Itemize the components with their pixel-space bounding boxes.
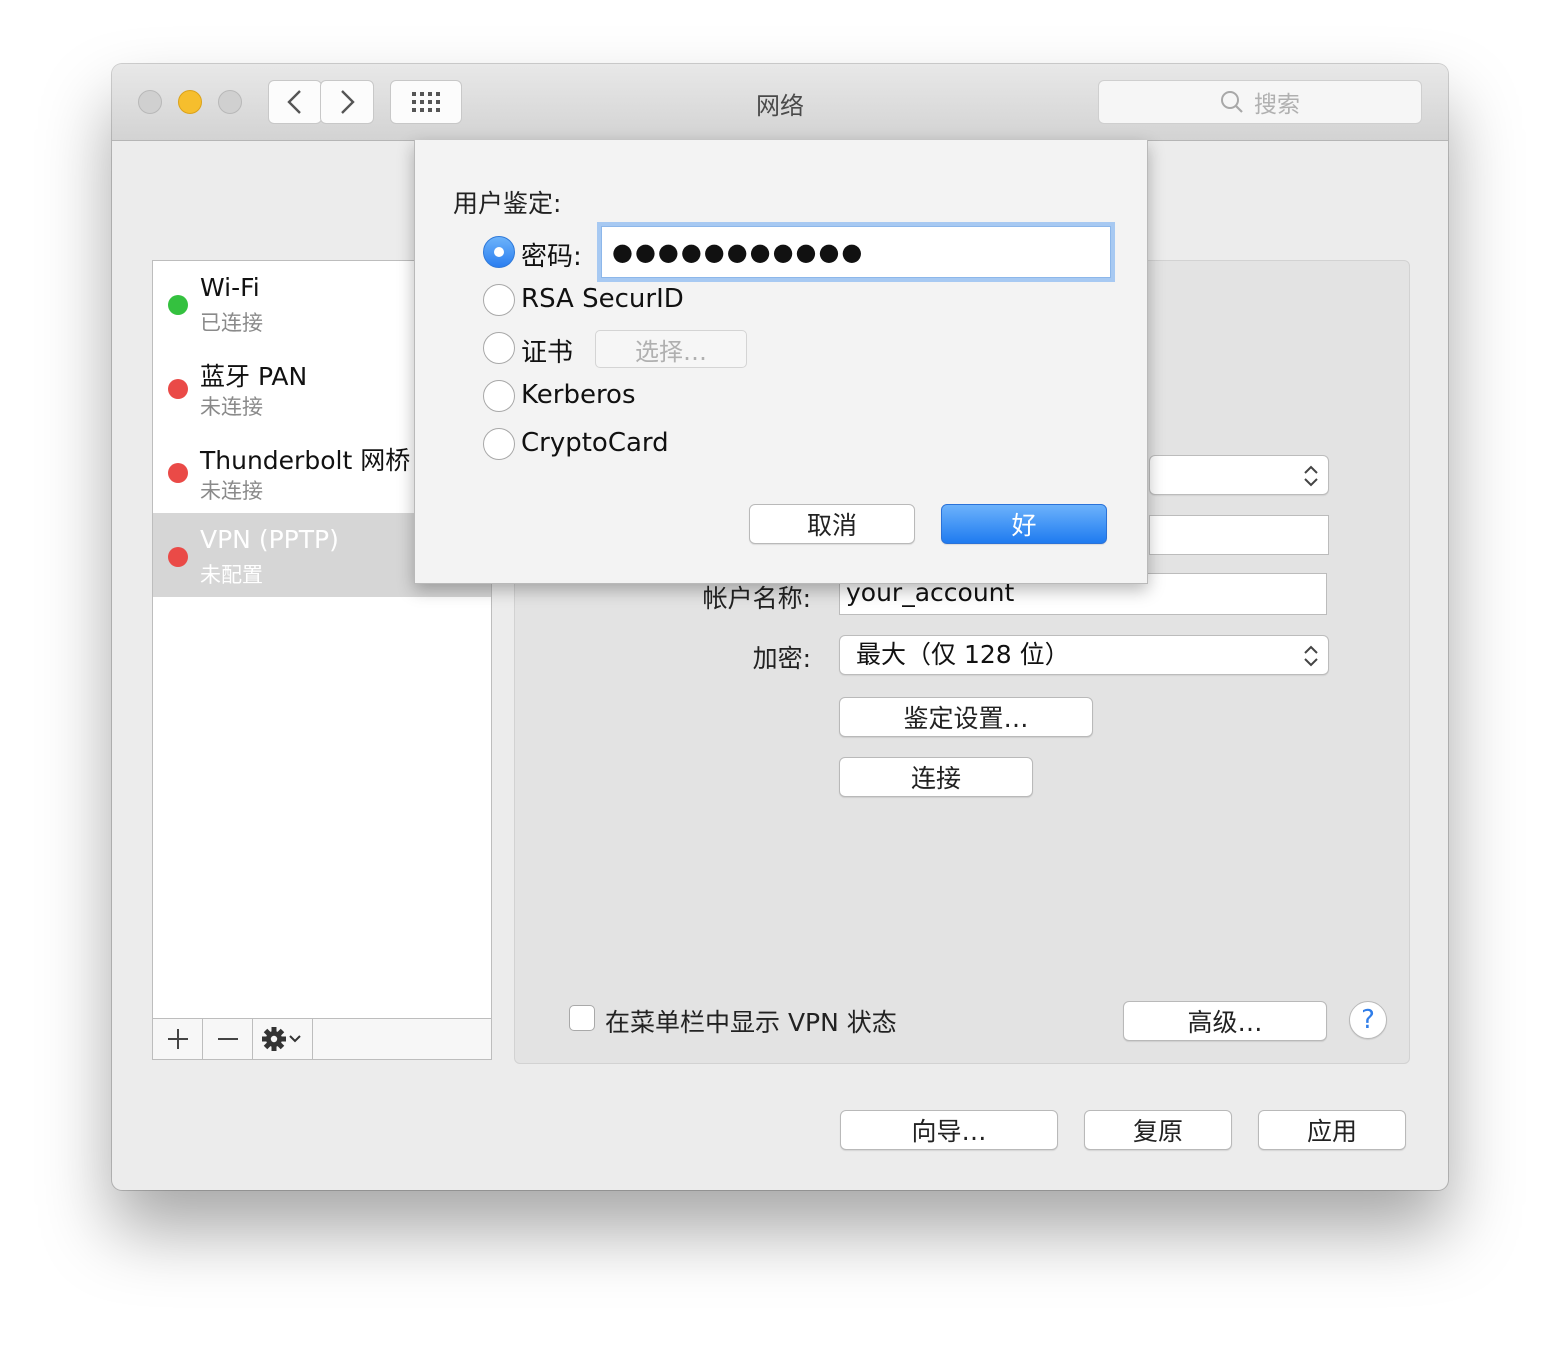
cryptocard-label: CryptoCard bbox=[521, 428, 669, 458]
service-list-toolbar bbox=[153, 1018, 491, 1059]
certificate-radio[interactable] bbox=[483, 332, 515, 364]
search-icon bbox=[1221, 91, 1243, 113]
certificate-label: 证书 bbox=[521, 338, 574, 368]
add-service-button[interactable] bbox=[153, 1019, 203, 1059]
encryption-label: 加密: bbox=[752, 644, 811, 673]
status-dot bbox=[168, 295, 188, 315]
remove-service-button[interactable] bbox=[203, 1019, 253, 1059]
search-field[interactable]: 搜索 bbox=[1098, 80, 1422, 124]
authentication-settings-button[interactable]: 鉴定设置… bbox=[839, 697, 1093, 737]
encryption-popup[interactable]: 最大（仅 128 位） bbox=[839, 635, 1329, 675]
updown-arrows-icon bbox=[1304, 645, 1318, 667]
ok-button[interactable]: 好 bbox=[941, 504, 1107, 544]
network-preferences-window: 网络 搜索 Wi-Fi 已连接 蓝牙 PAN 未连接 Thunderbolt 网… bbox=[112, 64, 1448, 1190]
assist-me-button[interactable]: 向导… bbox=[840, 1110, 1058, 1150]
kerberos-label: Kerberos bbox=[521, 380, 636, 410]
gear-icon bbox=[261, 1027, 301, 1051]
choose-certificate-button[interactable]: 选择… bbox=[595, 330, 747, 368]
minus-icon bbox=[217, 1038, 238, 1040]
cancel-button[interactable]: 取消 bbox=[749, 504, 915, 544]
connect-button[interactable]: 连接 bbox=[839, 757, 1033, 797]
status-dot bbox=[168, 547, 188, 567]
rsa-securid-label: RSA SecurID bbox=[521, 284, 684, 314]
kerberos-radio[interactable] bbox=[483, 380, 515, 412]
password-radio[interactable] bbox=[483, 236, 515, 268]
service-name: Thunderbolt 网桥 bbox=[200, 446, 411, 475]
service-status: 未连接 bbox=[200, 479, 263, 503]
status-dot bbox=[168, 463, 188, 483]
password-label: 密码: bbox=[521, 242, 582, 272]
status-dot bbox=[168, 379, 188, 399]
rsa-securid-radio[interactable] bbox=[483, 284, 515, 316]
revert-button[interactable]: 复原 bbox=[1084, 1110, 1232, 1150]
encryption-value: 最大（仅 128 位） bbox=[856, 640, 1070, 669]
service-name: Wi-Fi bbox=[200, 273, 260, 302]
password-field[interactable]: ●●●●●●●●●●● bbox=[601, 226, 1111, 278]
plus-icon bbox=[167, 1029, 188, 1049]
search-placeholder: 搜索 bbox=[1254, 92, 1300, 118]
account-name-label: 帐户名称: bbox=[702, 584, 811, 613]
service-status: 已连接 bbox=[200, 311, 263, 335]
help-button[interactable]: ? bbox=[1349, 1001, 1387, 1039]
apply-button[interactable]: 应用 bbox=[1258, 1110, 1406, 1150]
advanced-button[interactable]: 高级… bbox=[1123, 1001, 1327, 1041]
user-authentication-sheet: 用户鉴定: 密码: ●●●●●●●●●●● RSA SecurID 证书 选择…… bbox=[414, 140, 1148, 584]
updown-arrows-icon bbox=[1304, 465, 1318, 487]
cryptocard-radio[interactable] bbox=[483, 428, 515, 460]
service-name: VPN (PPTP) bbox=[200, 525, 339, 554]
service-name: 蓝牙 PAN bbox=[200, 362, 308, 391]
sheet-title: 用户鉴定: bbox=[453, 189, 562, 218]
service-actions-button[interactable] bbox=[253, 1019, 313, 1059]
service-status: 未配置 bbox=[200, 563, 263, 587]
show-vpn-status-label: 在菜单栏中显示 VPN 状态 bbox=[605, 1008, 897, 1037]
show-vpn-status-checkbox[interactable] bbox=[569, 1005, 595, 1031]
server-address-field[interactable] bbox=[1149, 515, 1329, 555]
configuration-popup[interactable] bbox=[1149, 455, 1329, 495]
service-status: 未连接 bbox=[200, 395, 263, 419]
titlebar: 网络 搜索 bbox=[112, 64, 1448, 141]
